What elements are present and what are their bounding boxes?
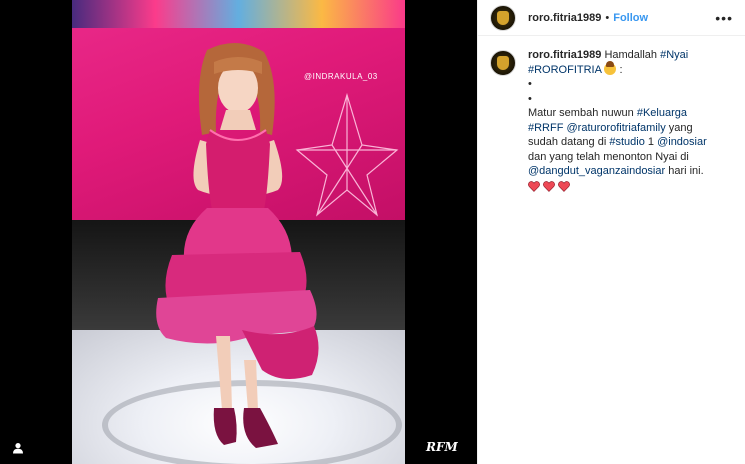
header-username[interactable]: roro.fitria1989: [528, 12, 601, 24]
avatar-crest-icon: [497, 10, 509, 25]
praying-face-emoji-icon: [604, 60, 617, 75]
caption-text: :: [616, 63, 623, 76]
caption-text: Matur sembah nuwun: [528, 107, 637, 119]
post-media-panel: @INDRAKULA_03 RFM: [0, 0, 477, 464]
woman-in-pink-dress: [156, 42, 319, 448]
heart-emoji-icon: [528, 180, 540, 192]
hashtag-nyai[interactable]: #Nyai: [660, 49, 688, 61]
post-caption: roro.fitria1989 Hamdallah #Nyai #ROROFIT…: [478, 36, 745, 204]
caption-text: hari ini.: [665, 165, 704, 177]
caption-text: 1: [644, 136, 658, 148]
mention-dangdut-vaganzaindosiar[interactable]: @dangdut_vaganzaindosiar: [528, 165, 665, 177]
caption-text: Hamdallah: [604, 49, 661, 61]
follow-button[interactable]: Follow: [613, 12, 648, 24]
post-sidebar: roro.fitria1989 • Follow ••• roro.fitria…: [477, 0, 745, 464]
caption-avatar[interactable]: [490, 50, 516, 76]
user-tag-icon[interactable]: [12, 442, 24, 454]
photo-signature: RFM: [426, 440, 458, 454]
heart-emoji-row: [528, 180, 718, 192]
hashtag-keluarga[interactable]: #Keluarga: [637, 107, 687, 119]
post-header: roro.fitria1989 • Follow •••: [478, 0, 745, 36]
mention-indosiar[interactable]: @indosiar: [657, 136, 707, 148]
hashtag-rrff[interactable]: #RRFF: [528, 122, 563, 134]
caption-body: roro.fitria1989 Hamdallah #Nyai #ROROFIT…: [528, 48, 718, 192]
post-photo[interactable]: @INDRAKULA_03: [72, 0, 405, 464]
header-separator: •: [605, 11, 610, 24]
caption-bullet: •: [528, 92, 532, 105]
hashtag-rorofitria[interactable]: #ROROFITRIA: [528, 64, 601, 76]
caption-bullet: •: [528, 78, 532, 90]
mention-raturorofitriafamily[interactable]: @raturorofitriafamily: [567, 122, 666, 134]
heart-emoji-icon: [558, 180, 570, 192]
avatar[interactable]: [490, 4, 516, 31]
caption-text: dan yang telah menonton Nyai di: [528, 150, 689, 163]
stage-banner: [72, 0, 405, 28]
hashtag-studio[interactable]: #studio: [609, 136, 644, 148]
avatar-crest-icon: [497, 56, 509, 70]
more-options-icon[interactable]: •••: [715, 10, 733, 26]
heart-emoji-icon: [543, 180, 555, 192]
caption-username[interactable]: roro.fitria1989: [528, 49, 601, 61]
